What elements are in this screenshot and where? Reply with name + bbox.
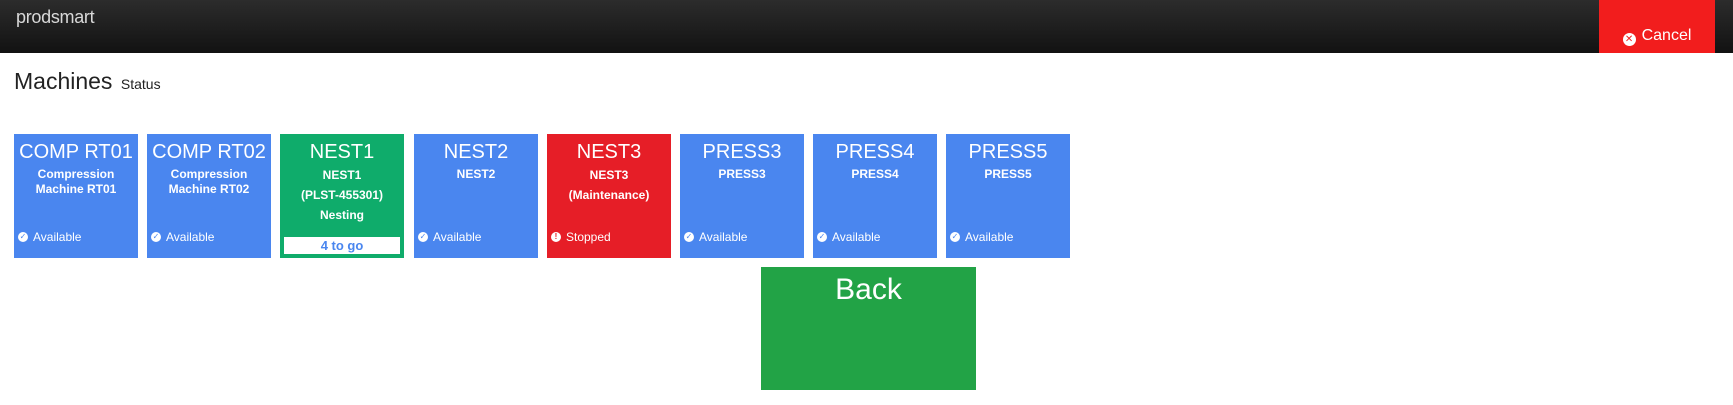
machine-name: NEST1 [309, 141, 375, 163]
status-label: Available [166, 230, 215, 244]
machine-description: Compression Machine RT02 [168, 167, 250, 196]
top-navbar: prodsmart ✕ Cancel [0, 0, 1733, 53]
check-circle-icon: ✓ [418, 232, 428, 242]
status-label: Available [965, 230, 1014, 244]
machine-order: (PLST-455301) [300, 188, 384, 202]
back-label: Back [835, 273, 902, 306]
machine-name: PRESS5 [968, 141, 1048, 163]
machine-tile-nest1[interactable]: NEST1 NEST1 (PLST-455301) Nesting 4 to g… [280, 134, 404, 258]
cancel-label: Cancel [1641, 27, 1692, 44]
machine-status: ✓ Available [18, 230, 81, 244]
machine-tile-comp-rt01[interactable]: COMP RT01 Compression Machine RT01 ✓ Ava… [14, 134, 138, 258]
machine-name: COMP RT01 [19, 141, 133, 163]
check-circle-icon: ✓ [950, 232, 960, 242]
check-circle-icon: ✓ [18, 232, 28, 242]
status-label: Stopped [566, 230, 611, 244]
machine-description: PRESS5 [984, 167, 1032, 181]
machine-description: NEST3 (Maintenance) [547, 165, 671, 205]
machine-operation: Nesting [319, 208, 364, 222]
check-circle-icon: ✓ [151, 232, 161, 242]
machine-tile-press5[interactable]: PRESS5 PRESS5 ✓ Available [946, 134, 1070, 258]
machine-desc-line: NEST1 [322, 168, 362, 182]
machine-status: ✓ Available [950, 230, 1013, 244]
machine-name: PRESS3 [702, 141, 782, 163]
status-label: Available [33, 230, 82, 244]
machine-status: ✓ Available [418, 230, 481, 244]
machine-description: NEST1 (PLST-455301) Nesting [280, 165, 404, 225]
machine-name: PRESS4 [835, 141, 915, 163]
progress-badge: 4 to go [284, 237, 400, 254]
machine-name: NEST3 [576, 141, 642, 163]
machine-status: ! Stopped [551, 230, 611, 244]
status-label: Available [699, 230, 748, 244]
check-circle-icon: ✓ [684, 232, 694, 242]
machine-tile-press4[interactable]: PRESS4 PRESS4 ✓ Available [813, 134, 937, 258]
back-button[interactable]: Back [761, 267, 976, 390]
machine-status: ✓ Available [151, 230, 214, 244]
machine-status: ✓ Available [684, 230, 747, 244]
machine-name: NEST2 [443, 141, 509, 163]
machine-tile-press3[interactable]: PRESS3 PRESS3 ✓ Available [680, 134, 804, 258]
machine-description: PRESS4 [851, 167, 899, 181]
machine-description: Compression Machine RT01 [35, 167, 117, 196]
exclamation-circle-icon: ! [551, 232, 561, 242]
status-label: Available [433, 230, 482, 244]
machine-tile-nest3[interactable]: NEST3 NEST3 (Maintenance) ! Stopped [547, 134, 671, 258]
machine-tile-nest2[interactable]: NEST2 NEST2 ✓ Available [414, 134, 538, 258]
machine-name: COMP RT02 [152, 141, 266, 163]
machine-desc-line: NEST3 [589, 168, 629, 182]
machine-description: PRESS3 [718, 167, 766, 181]
check-circle-icon: ✓ [817, 232, 827, 242]
status-label: Available [832, 230, 881, 244]
page-title: Machines Status [14, 68, 161, 95]
page-title-text: Machines [14, 68, 113, 94]
times-circle-icon: ✕ [1622, 32, 1636, 46]
machine-description: NEST2 [456, 167, 496, 181]
page-subtitle: Status [120, 76, 161, 92]
machine-reason: (Maintenance) [568, 188, 650, 202]
machine-status: ✓ Available [817, 230, 880, 244]
machine-tile-comp-rt02[interactable]: COMP RT02 Compression Machine RT02 ✓ Ava… [147, 134, 271, 258]
brand-logo: prodsmart [16, 7, 95, 27]
cancel-button[interactable]: ✕ Cancel [1599, 0, 1715, 53]
